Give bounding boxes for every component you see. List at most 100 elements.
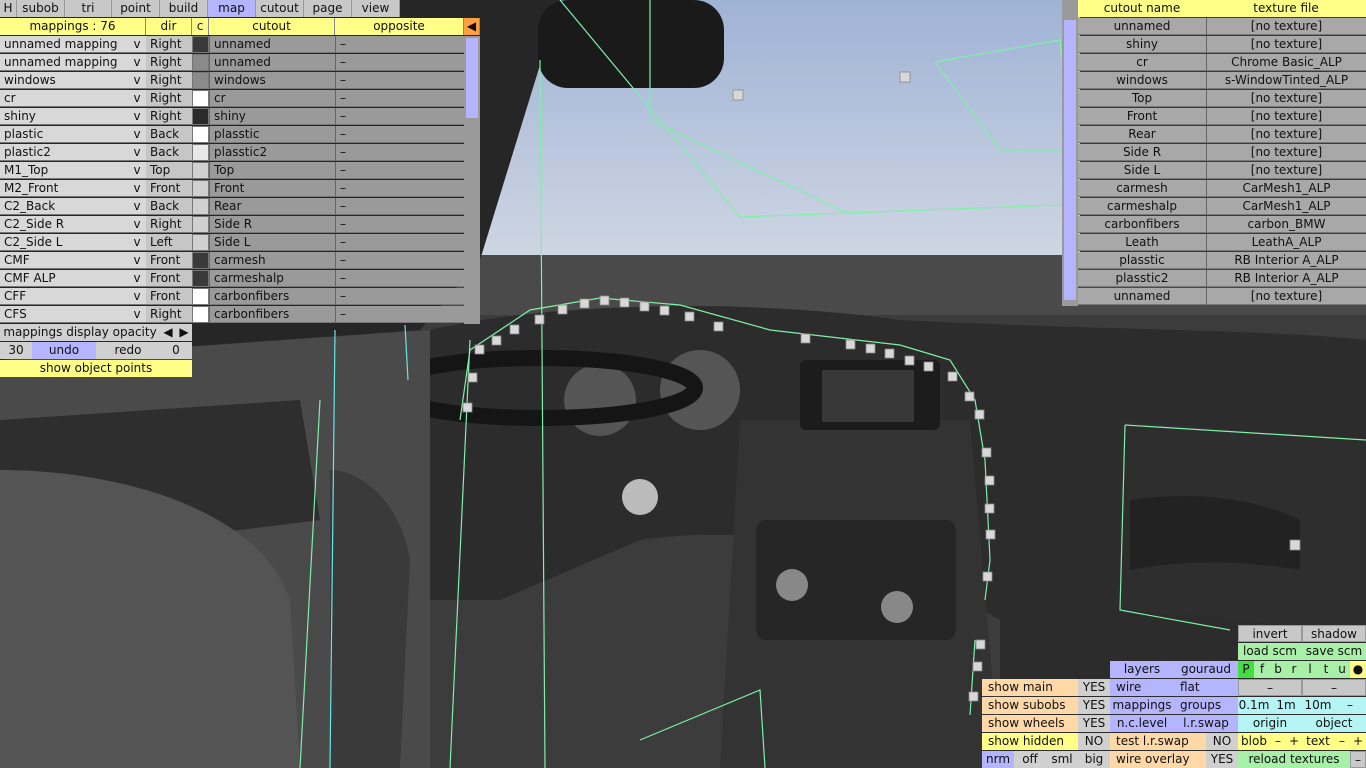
mapping-cutout[interactable]: carbonfibers [209,288,335,305]
mapping-cutout[interactable]: Front [209,180,335,197]
redo-button[interactable]: redo [96,342,160,359]
mapping-dropdown-icon[interactable]: v [128,288,146,305]
mapping-name[interactable]: C2_Side L [0,234,128,251]
blob-minus-button[interactable]: – [1270,733,1286,750]
texture-file-name[interactable]: [no texture] [1206,162,1366,179]
mapping-name[interactable]: CFF [0,288,128,305]
texture-cutout-name[interactable]: Front [1078,108,1206,125]
mapping-name[interactable]: M1_Top [0,162,128,179]
texture-file-name[interactable]: carbon_BMW [1206,216,1366,233]
mapping-cutout[interactable]: plasstic [209,126,335,143]
mapping-row[interactable]: CFS v Right carbonfibers – [0,306,464,323]
mapping-dropdown-icon[interactable]: v [128,252,146,269]
texture-cutout-name[interactable]: windows [1078,72,1206,89]
tab-h[interactable]: H [0,0,17,17]
mapping-name[interactable]: unnamed mapping [0,54,128,71]
dash-button-2[interactable]: – [1302,679,1366,696]
mapping-cutout[interactable]: Side R [209,216,335,233]
mapping-row[interactable]: plastic v Back plasstic – [0,126,464,143]
mapping-color-swatch[interactable] [192,54,209,71]
mapping-opposite[interactable]: – [335,234,464,251]
show-wheels-value[interactable]: YES [1078,715,1110,732]
mapping-row[interactable]: M2_Front v Front Front – [0,180,464,197]
mappings-scroll-thumb[interactable] [466,38,478,118]
mapping-dropdown-icon[interactable]: v [128,270,146,287]
mapping-color-swatch[interactable] [192,198,209,215]
tab-build[interactable]: build [160,0,208,17]
mapping-dropdown-icon[interactable]: v [128,54,146,71]
mapping-dropdown-icon[interactable]: v [128,180,146,197]
groups-button[interactable]: groups [1174,697,1238,714]
shadow-button[interactable]: shadow [1302,625,1366,642]
nrm-button[interactable]: nrm [982,751,1014,768]
tab-map[interactable]: map [208,0,256,17]
mapping-name[interactable]: M2_Front [0,180,128,197]
mapping-opposite[interactable]: – [335,162,464,179]
mapping-name[interactable]: C2_Side R [0,216,128,233]
mapping-cutout[interactable]: unnamed [209,54,335,71]
object-button[interactable]: object [1302,715,1366,732]
mapping-color-swatch[interactable] [192,216,209,233]
mapping-dropdown-icon[interactable]: v [128,306,146,323]
mapping-row[interactable]: C2_Side Lv Left Side L – [0,234,464,251]
flat-button[interactable]: flat [1174,679,1238,696]
dot-icon[interactable]: ● [1350,661,1366,678]
test-lr-swap-button[interactable]: test l.r.swap [1110,733,1206,750]
mapping-dropdown-icon[interactable]: v [128,108,146,125]
mapping-color-swatch[interactable] [192,306,209,323]
texture-file-name[interactable]: LeathA_ALP [1206,234,1366,251]
gouraud-button[interactable]: gouraud [1174,661,1238,678]
texture-cutout-name[interactable]: Side L [1078,162,1206,179]
show-subobs-button[interactable]: show subobs [982,697,1078,714]
layers-button[interactable]: layers [1110,661,1174,678]
mapping-name[interactable]: plastic2 [0,144,128,161]
mapping-cutout[interactable]: Top [209,162,335,179]
wire-button[interactable]: wire [1110,679,1174,696]
mapping-direction[interactable]: Right [146,90,192,107]
texture-cutout-name[interactable]: plasstic [1078,252,1206,269]
mapping-row[interactable]: unnamed mapping v Right unnamed – [0,36,464,53]
mapping-name[interactable]: CFS [0,306,128,323]
mapping-color-swatch[interactable] [192,90,209,107]
view-u-button[interactable]: u [1334,661,1350,678]
mapping-row[interactable]: CMF ALP v Front carmeshalp – [0,270,464,287]
texture-file-name[interactable]: [no texture] [1206,288,1366,305]
mapping-name[interactable]: CMF [0,252,128,269]
mapping-color-swatch[interactable] [192,144,209,161]
mapping-color-swatch[interactable] [192,162,209,179]
off-button[interactable]: off [1014,751,1046,768]
blob-plus-button[interactable]: + [1286,733,1302,750]
mapping-color-swatch[interactable] [192,180,209,197]
texture-file-name[interactable]: [no texture] [1206,144,1366,161]
opacity-left-arrow-icon[interactable]: ◀ [160,324,176,341]
mapping-opposite[interactable]: – [335,252,464,269]
mapping-direction[interactable]: Front [146,252,192,269]
text-plus-button[interactable]: + [1350,733,1366,750]
texture-cutout-name[interactable]: Top [1078,90,1206,107]
mapping-row[interactable]: M1_Top v Top Top – [0,162,464,179]
invert-button[interactable]: invert [1238,625,1302,642]
tab-point[interactable]: point [112,0,160,17]
texture-cutout-name[interactable]: unnamed [1078,18,1206,35]
mapping-opposite[interactable]: – [335,180,464,197]
mapping-opposite[interactable]: – [335,270,464,287]
texture-file-name[interactable]: CarMesh1_ALP [1206,180,1366,197]
step-dash-button[interactable]: – [1334,697,1366,714]
text-minus-button[interactable]: – [1334,733,1350,750]
mapping-opposite[interactable]: – [335,198,464,215]
mapping-dropdown-icon[interactable]: v [128,144,146,161]
mapping-opposite[interactable]: – [335,144,464,161]
mapping-color-swatch[interactable] [192,108,209,125]
texture-file-name[interactable]: [no texture] [1206,90,1366,107]
texture-file-name[interactable]: RB Interior A_ALP [1206,252,1366,269]
mapping-cutout[interactable]: Side L [209,234,335,251]
big-button[interactable]: big [1078,751,1110,768]
tab-subob[interactable]: subob [17,0,65,17]
texture-file-name[interactable]: s-WindowTinted_ALP [1206,72,1366,89]
mapping-direction[interactable]: Right [146,306,192,323]
undo-button[interactable]: undo [32,342,96,359]
texture-scroll-thumb[interactable] [1064,20,1076,300]
test-lr-swap-value[interactable]: NO [1206,733,1238,750]
mappings-scrollbar[interactable] [464,36,480,324]
mapping-cutout[interactable]: shiny [209,108,335,125]
